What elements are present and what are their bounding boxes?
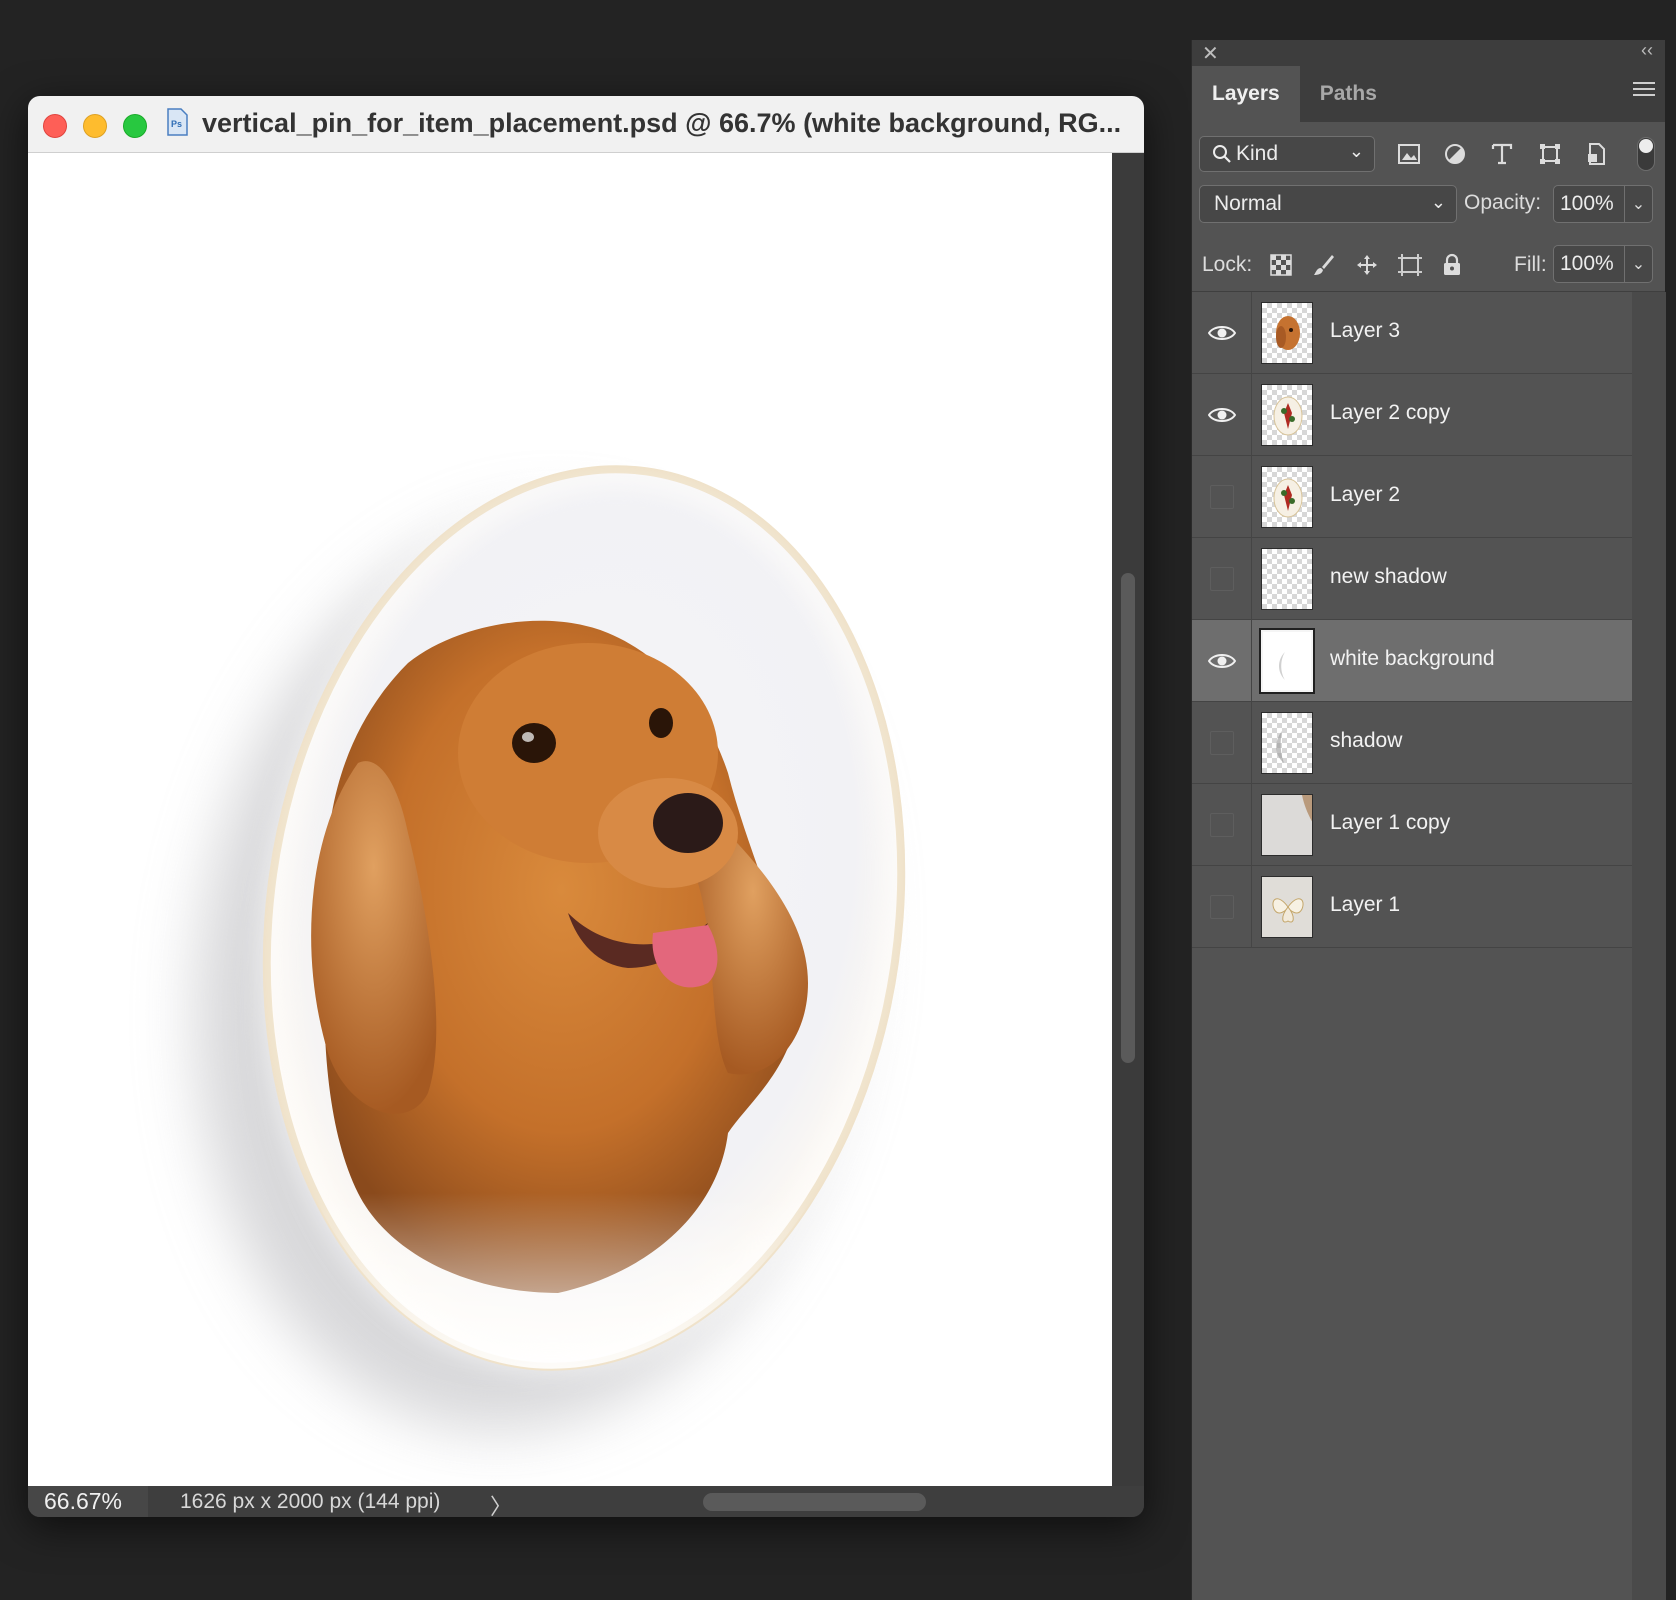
close-panel-icon[interactable]: ✕ [1202, 41, 1219, 66]
visibility-toggle[interactable] [1192, 456, 1252, 538]
kind-filter-select[interactable]: Kind ⌄ [1199, 136, 1375, 172]
svg-text:Ps: Ps [171, 119, 182, 129]
chevron-down-icon: ⌄ [1348, 141, 1364, 161]
status-menu-arrow-icon[interactable]: 〉 [490, 1489, 512, 1517]
blend-mode-value: Normal [1214, 192, 1282, 215]
layer-name: Layer 2 copy [1330, 401, 1451, 424]
layer-row[interactable]: shadow [1192, 702, 1632, 784]
fill-label: Fill: [1514, 253, 1547, 276]
layer-row[interactable]: Layer 1 copy [1192, 784, 1632, 866]
adjustment-filter-icon[interactable] [1441, 140, 1469, 168]
layer-thumbnail [1261, 466, 1313, 528]
shape-filter-icon[interactable] [1536, 140, 1564, 168]
layer-name: Layer 1 copy [1330, 811, 1451, 834]
layer-name: Layer 2 [1330, 483, 1401, 506]
kind-filter-label: Kind [1236, 142, 1279, 165]
visibility-toggle[interactable] [1192, 702, 1252, 784]
visibility-toggle[interactable] [1192, 784, 1252, 866]
vertical-scroll-thumb[interactable] [1121, 573, 1135, 1063]
visibility-toggle[interactable] [1192, 374, 1252, 456]
layer-thumbnail [1261, 384, 1313, 446]
image-canvas[interactable] [28, 153, 1112, 1486]
visibility-toggle[interactable] [1192, 538, 1252, 620]
psd-file-icon: Ps [167, 108, 188, 136]
layer-thumbnail [1261, 794, 1313, 856]
layer-row[interactable]: new shadow [1192, 538, 1632, 620]
lock-all-padlock-icon[interactable] [1437, 250, 1467, 280]
opacity-dropdown-chevron-icon[interactable]: ⌄ [1625, 185, 1653, 223]
panel-header-strip: ✕ ‹‹ [1192, 40, 1665, 66]
fill-dropdown-chevron-icon[interactable]: ⌄ [1625, 245, 1653, 283]
layer-row[interactable]: Layer 2 copy [1192, 374, 1632, 456]
canvas-artwork [194, 462, 909, 1431]
zoom-level-field[interactable]: 66.67% [28, 1486, 148, 1517]
hidden-visibility-box [1209, 485, 1234, 509]
layer-row[interactable]: Layer 2 [1192, 456, 1632, 538]
image-filter-icon[interactable] [1395, 140, 1423, 168]
close-window-button[interactable] [43, 114, 67, 138]
layers-list: Layer 3 Layer 2 copy Layer 2 new shadow [1192, 292, 1632, 948]
tab-paths[interactable]: Paths [1300, 66, 1397, 122]
visibility-toggle[interactable] [1192, 866, 1252, 948]
eye-icon [1207, 654, 1236, 668]
search-icon [1213, 145, 1231, 163]
chevron-down-icon: ⌄ [1430, 192, 1446, 212]
hidden-visibility-box [1209, 567, 1234, 591]
filter-row: Kind ⌄ [1192, 122, 1665, 180]
type-filter-icon[interactable] [1488, 140, 1516, 168]
lock-row: Lock: Fill: 100% ⌄ [1192, 236, 1665, 292]
minimize-window-button[interactable] [83, 114, 107, 138]
filter-toggle-switch[interactable] [1637, 137, 1655, 171]
document-titlebar[interactable]: Ps vertical_pin_for_item_placement.psd @… [28, 96, 1144, 153]
opacity-label: Opacity: [1464, 191, 1542, 214]
layer-thumbnail [1261, 548, 1313, 610]
layer-name: shadow [1330, 729, 1403, 752]
maximize-window-button[interactable] [123, 114, 147, 138]
layer-row[interactable]: Layer 1 [1192, 866, 1632, 948]
visibility-toggle[interactable] [1192, 292, 1252, 374]
eye-icon [1207, 326, 1236, 340]
fill-input[interactable]: 100% [1553, 245, 1625, 283]
document-info: 1626 px x 2000 px (144 ppi) [180, 1489, 441, 1513]
hidden-visibility-box [1209, 895, 1234, 919]
layer-row-selected[interactable]: white background [1192, 620, 1632, 702]
document-title: vertical_pin_for_item_placement.psd @ 66… [202, 108, 1122, 138]
lock-artboard-icon[interactable] [1395, 250, 1425, 280]
layer-row[interactable]: Layer 3 [1192, 292, 1632, 374]
hidden-visibility-box [1209, 813, 1234, 837]
layer-thumbnail [1261, 712, 1313, 774]
layers-scrollbar[interactable] [1632, 292, 1666, 1600]
panel-menu-icon[interactable] [1633, 82, 1655, 100]
collapse-panel-icon[interactable]: ‹‹ [1641, 40, 1653, 61]
layer-thumbnail [1261, 876, 1313, 938]
tab-layers[interactable]: Layers [1192, 66, 1300, 122]
layer-name: new shadow [1330, 565, 1447, 588]
layer-name: Layer 3 [1330, 319, 1401, 342]
blend-mode-select[interactable]: Normal ⌄ [1199, 185, 1457, 223]
hidden-visibility-box [1209, 731, 1234, 755]
document-window: Ps vertical_pin_for_item_placement.psd @… [28, 96, 1144, 1517]
layer-name: Layer 1 [1330, 893, 1401, 916]
vertical-scrollbar[interactable] [1112, 153, 1144, 1486]
layer-thumbnail [1259, 628, 1315, 694]
status-bar: 66.67% 1626 px x 2000 px (144 ppi) 〉 [28, 1486, 1144, 1517]
layer-name: white background [1330, 647, 1495, 670]
layers-panel: ✕ ‹‹ Layers Paths Kind ⌄ Normal ⌄ Opacit… [1191, 40, 1666, 1600]
lock-image-pixels-brush-icon[interactable] [1309, 250, 1339, 280]
opacity-input[interactable]: 100% [1553, 185, 1625, 223]
lock-transparent-pixels-icon[interactable] [1266, 250, 1296, 280]
eye-icon [1207, 408, 1236, 422]
panel-tabs: Layers Paths [1192, 66, 1665, 122]
layer-thumbnail [1261, 302, 1313, 364]
lock-position-move-icon[interactable] [1352, 250, 1382, 280]
smart-object-filter-icon[interactable] [1582, 140, 1610, 168]
visibility-toggle[interactable] [1192, 620, 1252, 702]
lock-label: Lock: [1202, 253, 1253, 276]
blend-row: Normal ⌄ Opacity: 100% ⌄ [1192, 180, 1665, 236]
horizontal-scroll-thumb[interactable] [703, 1493, 926, 1511]
